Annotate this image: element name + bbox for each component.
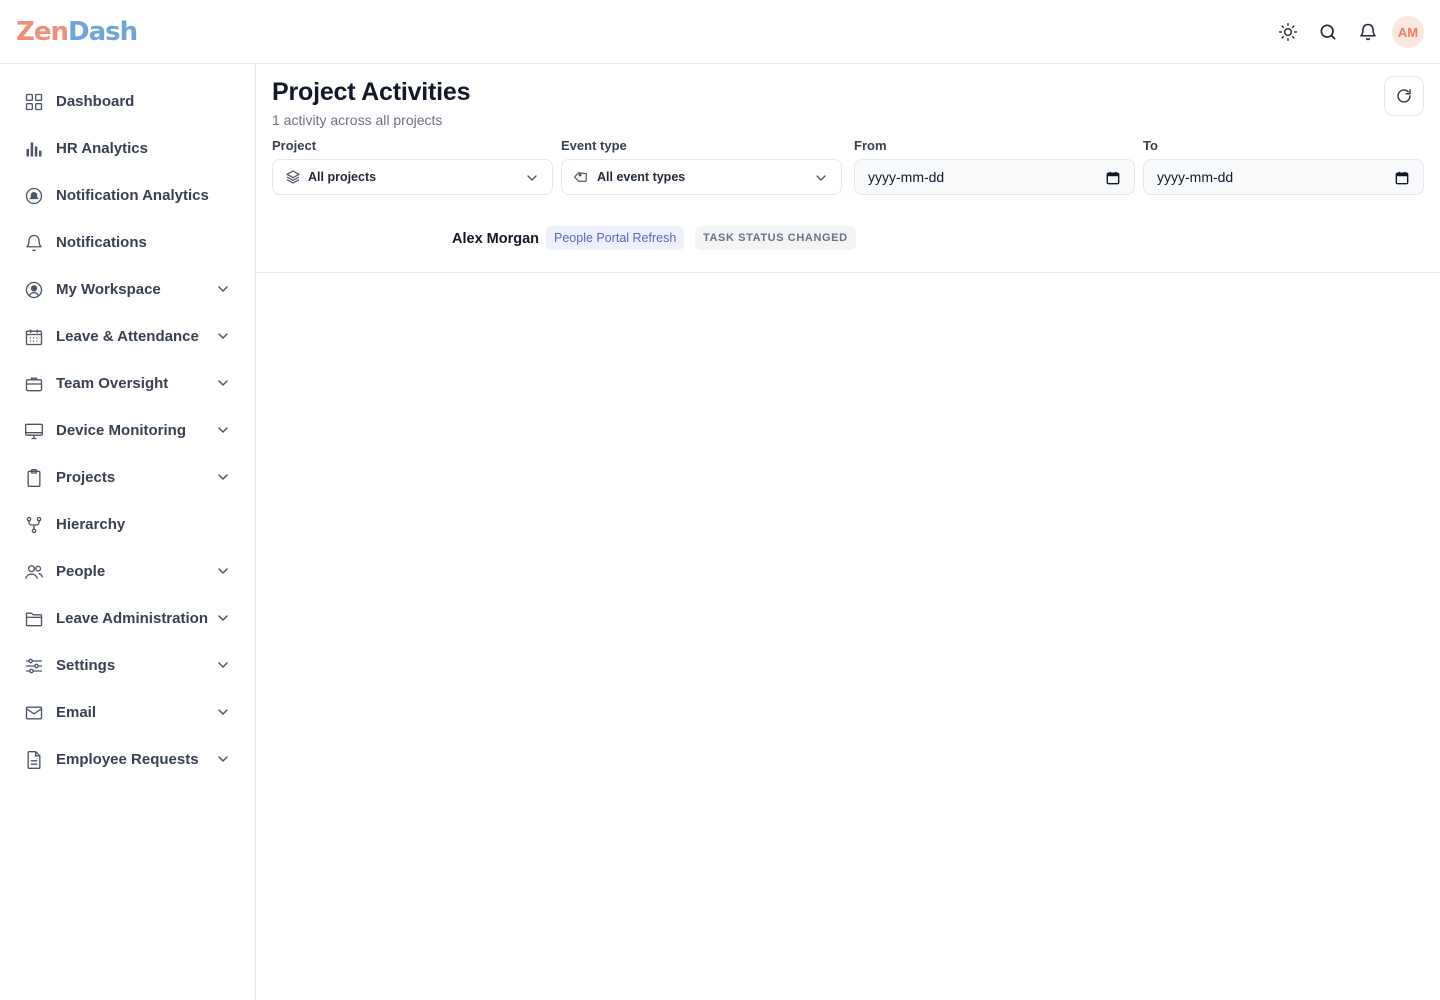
chevron-down-icon[interactable] <box>215 422 231 438</box>
to-date-placeholder: yyyy-mm-dd <box>1157 169 1234 185</box>
from-date-placeholder: yyyy-mm-dd <box>868 169 945 185</box>
hierarchy-icon <box>24 515 44 535</box>
sidebar-nav: Dashboard HR Analytics Notification Anal… <box>0 64 255 783</box>
to-date-label: To <box>1143 138 1158 153</box>
sidebar-item-my-workspace[interactable]: My Workspace <box>0 266 255 313</box>
chevron-down-icon[interactable] <box>215 563 231 579</box>
sliders-icon <box>24 656 44 676</box>
calendar-icon[interactable] <box>1395 171 1409 185</box>
monitor-icon <box>24 421 44 441</box>
chevron-down-icon[interactable] <box>215 657 231 673</box>
app-logo[interactable]: ZenDash <box>16 17 138 47</box>
main-content: Project Activities 1 activity across all… <box>256 64 1440 1000</box>
layers-icon <box>285 169 301 185</box>
event-type-select[interactable]: All event types <box>561 159 842 195</box>
mail-icon <box>24 703 44 723</box>
clipboard-icon <box>24 468 44 488</box>
chevron-down-icon[interactable] <box>215 704 231 720</box>
sidebar-item-label: Leave Administration <box>56 610 208 627</box>
sun-icon <box>1278 22 1298 42</box>
search-icon <box>1320 24 1336 40</box>
activity-event-badge: TASK STATUS CHANGED <box>695 226 856 250</box>
page-subtitle: 1 activity across all projects <box>272 112 443 128</box>
project-filter: Project All projects <box>272 138 553 195</box>
refresh-button[interactable] <box>1384 76 1424 116</box>
sidebar-item-label: Dashboard <box>56 93 135 110</box>
activity-project-badge[interactable]: People Portal Refresh <box>546 226 685 250</box>
folder-icon <box>24 609 44 629</box>
calendar-icon[interactable] <box>1106 171 1120 185</box>
chevron-down-icon[interactable] <box>215 375 231 391</box>
sidebar-item-hierarchy[interactable]: Hierarchy <box>0 501 255 548</box>
project-filter-label: Project <box>272 138 317 153</box>
briefcase-icon <box>24 374 44 394</box>
event-type-filter: Event type All event types <box>561 138 842 195</box>
sidebar-item-label: Team Oversight <box>56 375 169 392</box>
page-title: Project Activities <box>272 78 471 106</box>
sidebar-item-label: Hierarchy <box>56 516 126 533</box>
sidebar-item-employee-requests[interactable]: Employee Requests <box>0 736 255 783</box>
chevron-down-icon[interactable] <box>215 751 231 767</box>
project-select[interactable]: All projects <box>272 159 553 195</box>
search-button[interactable] <box>1312 16 1344 48</box>
sidebar-item-device-monitoring[interactable]: Device Monitoring <box>0 407 255 454</box>
notification-analytics-icon <box>24 186 44 206</box>
sidebar-item-label: Projects <box>56 469 116 486</box>
theme-toggle-button[interactable] <box>1272 16 1304 48</box>
project-select-value: All projects <box>308 170 377 184</box>
notifications-button[interactable] <box>1352 16 1384 48</box>
user-avatar[interactable]: AM <box>1392 16 1424 48</box>
tag-icon <box>574 169 590 185</box>
sidebar-item-label: Notification Analytics <box>56 187 209 204</box>
bar-chart-icon <box>24 139 44 159</box>
sidebar-item-people[interactable]: People <box>0 548 255 595</box>
refresh-icon <box>1397 89 1411 103</box>
sidebar-item-notifications[interactable]: Notifications <box>0 219 255 266</box>
calendar-icon <box>24 327 44 347</box>
sidebar-item-label: Employee Requests <box>56 751 199 768</box>
bell-icon <box>24 233 44 253</box>
sidebar-item-label: Device Monitoring <box>56 422 187 439</box>
top-bar: ZenDash AM <box>0 0 1440 64</box>
sidebar-item-hr-analytics[interactable]: HR Analytics <box>0 125 255 172</box>
from-date-input[interactable]: yyyy-mm-dd <box>854 159 1135 195</box>
chevron-down-icon <box>816 175 826 181</box>
sidebar: Dashboard HR Analytics Notification Anal… <box>0 64 256 1000</box>
sidebar-item-label: People <box>56 563 106 580</box>
sidebar-item-label: HR Analytics <box>56 140 148 157</box>
top-bar-actions: AM <box>1272 16 1424 48</box>
chevron-down-icon[interactable] <box>215 281 231 297</box>
bell-icon <box>1360 23 1376 41</box>
sidebar-item-label: Notifications <box>56 234 147 251</box>
sidebar-item-team-oversight[interactable]: Team Oversight <box>0 360 255 407</box>
event-type-filter-label: Event type <box>561 138 627 153</box>
to-date-filter: To yyyy-mm-dd <box>1143 138 1424 195</box>
event-type-select-value: All event types <box>597 170 686 184</box>
sidebar-item-settings[interactable]: Settings <box>0 642 255 689</box>
activity-user: Alex Morgan <box>452 231 540 247</box>
to-date-input[interactable]: yyyy-mm-dd <box>1143 159 1424 195</box>
activity-row[interactable]: Alex Morgan People Portal Refresh TASK S… <box>256 216 1440 273</box>
sidebar-item-label: Leave & Attendance <box>56 328 199 345</box>
chevron-down-icon[interactable] <box>215 328 231 344</box>
sidebar-item-leave-attendance[interactable]: Leave & Attendance <box>0 313 255 360</box>
document-icon <box>24 750 44 770</box>
from-date-filter: From yyyy-mm-dd <box>854 138 1135 195</box>
sidebar-item-label: Settings <box>56 657 116 674</box>
sidebar-item-projects[interactable]: Projects <box>0 454 255 501</box>
user-circle-icon <box>24 280 44 300</box>
sidebar-item-email[interactable]: Email <box>0 689 255 736</box>
sidebar-item-notification-analytics[interactable]: Notification Analytics <box>0 172 255 219</box>
chevron-down-icon <box>527 175 537 181</box>
from-date-label: From <box>854 138 887 153</box>
chevron-down-icon[interactable] <box>215 469 231 485</box>
users-icon <box>24 562 44 582</box>
grid-icon <box>24 92 44 112</box>
sidebar-item-label: Email <box>56 704 97 721</box>
chevron-down-icon[interactable] <box>215 610 231 626</box>
sidebar-item-label: My Workspace <box>56 281 161 298</box>
sidebar-item-dashboard[interactable]: Dashboard <box>0 78 255 125</box>
sidebar-item-leave-administration[interactable]: Leave Administration <box>0 595 255 642</box>
